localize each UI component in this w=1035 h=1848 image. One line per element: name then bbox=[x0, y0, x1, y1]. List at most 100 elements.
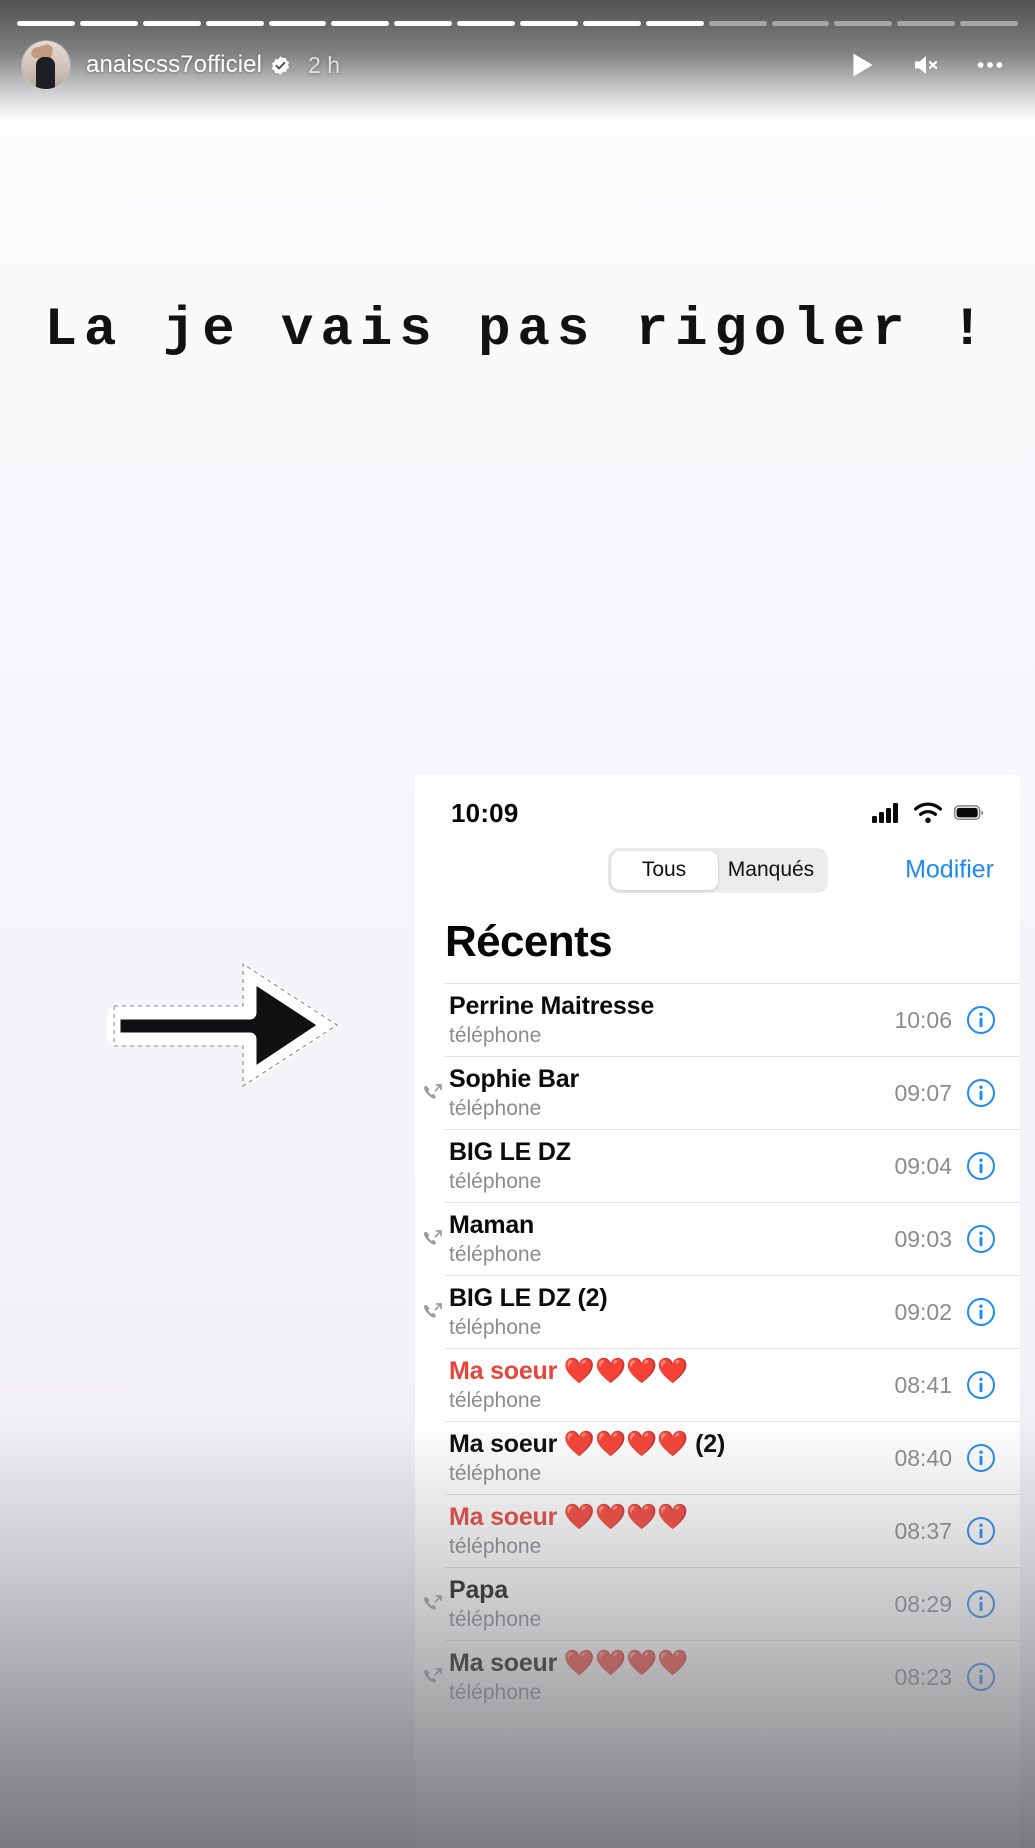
speaker-muted-icon[interactable] bbox=[911, 50, 941, 80]
call-log-row[interactable]: BIG LE DZ téléphone 09:04 bbox=[445, 1129, 1020, 1202]
call-info-button[interactable] bbox=[966, 1662, 996, 1692]
tab-all-calls[interactable]: Tous bbox=[610, 850, 718, 890]
call-info: BIG LE DZ (2) téléphone bbox=[449, 1284, 894, 1340]
call-log-row[interactable]: Ma soeur ❤️❤️❤️❤️ téléphone 08:23 bbox=[424, 1640, 1020, 1713]
contact-name-text: Ma soeur bbox=[449, 1502, 564, 1531]
contact-name-text: BIG LE DZ bbox=[449, 1137, 571, 1166]
call-info-button[interactable] bbox=[966, 1224, 996, 1254]
edit-button[interactable]: Modifier bbox=[905, 856, 994, 885]
call-type-label: téléphone bbox=[449, 1461, 542, 1485]
heart-emoji: ❤️❤️❤️❤️ bbox=[563, 1429, 689, 1458]
call-info: Ma soeur ❤️❤️❤️❤️ téléphone bbox=[449, 1357, 894, 1413]
status-bar-clock: 10:09 bbox=[451, 797, 519, 828]
call-type-label: téléphone bbox=[449, 1242, 542, 1266]
call-info-button[interactable] bbox=[966, 1005, 996, 1035]
call-info-button[interactable] bbox=[966, 1370, 996, 1400]
ios-status-bar: 10:09 bbox=[415, 775, 1020, 837]
call-type-label: téléphone bbox=[449, 1315, 542, 1339]
contact-name-text: Maman bbox=[449, 1210, 535, 1239]
story-progress-segment[interactable] bbox=[17, 21, 75, 26]
call-info-button[interactable] bbox=[966, 1516, 996, 1546]
contact-name-text: Ma soeur bbox=[449, 1356, 564, 1385]
call-type-label: téléphone bbox=[449, 1023, 542, 1047]
call-direction-icon-slot bbox=[415, 1665, 449, 1689]
contact-name-text: BIG LE DZ (2) bbox=[449, 1283, 608, 1312]
call-contact-name: BIG LE DZ bbox=[449, 1138, 894, 1166]
tab-missed-calls[interactable]: Manqués bbox=[718, 851, 825, 890]
story-progress-segment[interactable] bbox=[897, 21, 956, 26]
call-count: (2) bbox=[688, 1429, 726, 1458]
call-info: BIG LE DZ téléphone bbox=[449, 1138, 894, 1194]
story-progress-segment[interactable] bbox=[834, 21, 893, 26]
story-progress-segment[interactable] bbox=[708, 21, 767, 26]
info-icon[interactable] bbox=[966, 1370, 996, 1400]
outgoing-call-icon bbox=[424, 1303, 442, 1318]
info-icon[interactable] bbox=[966, 1005, 996, 1035]
call-info: Ma soeur ❤️❤️❤️❤️ (2) téléphone bbox=[449, 1430, 894, 1486]
story-progress-segment[interactable] bbox=[960, 21, 1018, 26]
call-row-trailing: 10:06 bbox=[894, 1005, 996, 1035]
story-overlay-text: La je vais pas rigoler ! bbox=[44, 300, 991, 361]
story-progress-segment[interactable] bbox=[142, 21, 201, 26]
calls-filter-toolbar: Tous Manqués Modifier bbox=[415, 837, 1020, 903]
phone-screenshot-panel: 10:09 Tous Manqués Modifier Récents Perr… bbox=[415, 775, 1020, 1848]
story-progress-segment[interactable] bbox=[771, 21, 830, 26]
call-type-label: téléphone bbox=[449, 1096, 542, 1120]
play-icon[interactable] bbox=[847, 50, 877, 80]
story-progress-segment[interactable] bbox=[79, 21, 138, 26]
call-type-label: téléphone bbox=[449, 1169, 542, 1193]
story-progress-segment[interactable] bbox=[205, 21, 264, 26]
call-log-row[interactable]: BIG LE DZ (2) téléphone 09:02 bbox=[424, 1275, 1020, 1348]
contact-name-text: Sophie Bar bbox=[449, 1064, 579, 1093]
call-log-row[interactable]: Papa téléphone 08:29 bbox=[424, 1567, 1020, 1640]
info-icon[interactable] bbox=[966, 1151, 996, 1181]
info-icon[interactable] bbox=[966, 1516, 996, 1546]
info-icon[interactable] bbox=[966, 1297, 996, 1327]
call-contact-name: Perrine Maitresse bbox=[449, 992, 894, 1020]
call-log-row[interactable]: Sophie Bar téléphone 09:07 bbox=[424, 1056, 1020, 1129]
call-time: 08:29 bbox=[894, 1590, 952, 1617]
call-direction-icon-slot bbox=[415, 1227, 449, 1251]
info-icon[interactable] bbox=[966, 1224, 996, 1254]
call-info-button[interactable] bbox=[966, 1297, 996, 1327]
call-log-row[interactable]: Perrine Maitresse téléphone 10:06 bbox=[445, 983, 1020, 1056]
call-contact-name: Papa bbox=[449, 1576, 894, 1604]
call-filter-segmented-control[interactable]: Tous Manqués bbox=[607, 847, 828, 893]
story-progress-segment[interactable] bbox=[520, 21, 578, 26]
story-progress-segment[interactable] bbox=[268, 21, 327, 26]
call-log-row[interactable]: Ma soeur ❤️❤️❤️❤️ (2) téléphone 08:40 bbox=[445, 1421, 1020, 1494]
call-contact-name: Maman bbox=[449, 1211, 894, 1239]
call-info-button[interactable] bbox=[966, 1443, 996, 1473]
call-info-button[interactable] bbox=[966, 1078, 996, 1108]
call-row-trailing: 08:23 bbox=[894, 1662, 996, 1692]
info-icon[interactable] bbox=[966, 1662, 996, 1692]
heart-emoji: ❤️❤️❤️❤️ bbox=[563, 1356, 689, 1385]
info-icon[interactable] bbox=[966, 1443, 996, 1473]
outgoing-call-icon bbox=[424, 1230, 442, 1245]
instagram-story-viewer: La je vais pas rigoler ! 10:09 Tous Manq… bbox=[0, 0, 1035, 1848]
recent-calls-list: Perrine Maitresse téléphone 10:06 Sophie Ba… bbox=[415, 983, 1020, 1713]
story-progress-segment[interactable] bbox=[582, 21, 641, 26]
call-time: 08:41 bbox=[894, 1371, 952, 1398]
story-progress-segment[interactable] bbox=[457, 21, 515, 26]
heart-outline-icon[interactable] bbox=[946, 1774, 998, 1822]
call-time: 08:40 bbox=[894, 1444, 952, 1471]
story-progress-segment[interactable] bbox=[331, 21, 390, 26]
call-log-row[interactable]: Maman téléphone 09:03 bbox=[424, 1202, 1020, 1275]
username-label[interactable]: anaiscss7officiel bbox=[86, 51, 262, 79]
story-progress-segment[interactable] bbox=[645, 21, 704, 26]
info-icon[interactable] bbox=[966, 1078, 996, 1108]
call-log-row[interactable]: Ma soeur ❤️❤️❤️❤️ téléphone 08:37 bbox=[445, 1494, 1020, 1567]
call-info-button[interactable] bbox=[966, 1151, 996, 1181]
story-progress-segment[interactable] bbox=[394, 21, 453, 26]
info-icon[interactable] bbox=[966, 1589, 996, 1619]
call-info-button[interactable] bbox=[966, 1589, 996, 1619]
call-log-row[interactable]: Ma soeur ❤️❤️❤️❤️ téléphone 08:41 bbox=[445, 1348, 1020, 1421]
call-direction-icon-slot bbox=[415, 1081, 449, 1105]
story-progress-bar[interactable] bbox=[17, 21, 1018, 27]
more-options-icon[interactable] bbox=[975, 50, 1005, 80]
cellular-signal-icon bbox=[872, 803, 898, 823]
avatar[interactable] bbox=[22, 41, 70, 89]
call-type-label: téléphone bbox=[449, 1607, 542, 1631]
call-time: 08:37 bbox=[894, 1517, 952, 1544]
